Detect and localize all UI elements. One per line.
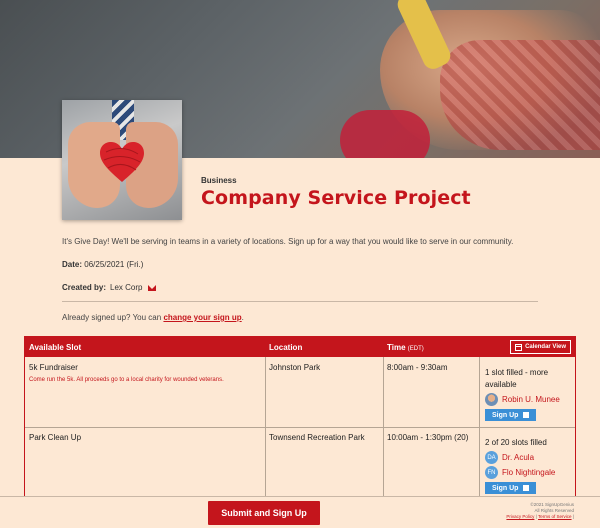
slot-time: 10:00am - 1:30pm (20): [387, 433, 469, 442]
avatar: [485, 393, 498, 406]
table-row: 5k Fundraiser Come run the 5k. All proce…: [29, 363, 259, 383]
terms-of-service-link[interactable]: Terms of Service: [538, 514, 572, 519]
event-date: Date: 06/25/2021 (Fri.): [62, 260, 143, 269]
signup-person: FN Flo Nightingale: [485, 466, 573, 479]
slot-time: 8:00am - 9:30am: [387, 363, 448, 372]
slot-status-cell: 1 slot filled - more available Robin U. …: [485, 367, 573, 421]
submit-and-sign-up-button[interactable]: Submit and Sign Up: [208, 501, 320, 525]
page-title: Company Service Project: [201, 187, 471, 209]
slot-location: Townsend Recreation Park: [269, 433, 365, 442]
created-by: Created by: Lex Corp: [62, 283, 157, 292]
calendar-view-button[interactable]: Calendar View: [510, 340, 571, 354]
slot-status-cell: 2 of 20 slots filled DA Dr. Acula FN Flo…: [485, 437, 573, 494]
slot-name: Park Clean Up: [29, 433, 82, 442]
signup-checkbox[interactable]: [523, 412, 530, 418]
signup-person: DA Dr. Acula: [485, 451, 573, 464]
divider: [62, 301, 538, 302]
header-location: Location: [269, 343, 303, 352]
privacy-policy-link[interactable]: Privacy Policy: [506, 514, 534, 519]
change-signup-link[interactable]: change your sign up: [163, 313, 241, 322]
header-time: Time (EDT): [387, 343, 424, 352]
slot-name: 5k Fundraiser: [29, 363, 78, 372]
signup-person: Robin U. Munee: [485, 393, 573, 406]
calendar-icon: [515, 343, 523, 351]
slot-status: 1 slot filled - more available: [485, 368, 549, 389]
avatar: DA: [485, 451, 498, 464]
already-signed-up: Already signed up? You can change your s…: [62, 313, 244, 322]
slot-status: 2 of 20 slots filled: [485, 438, 547, 447]
created-value: Lex Corp: [110, 283, 143, 292]
date-label: Date:: [62, 260, 83, 269]
event-description: It's Give Day! We'll be serving in teams…: [62, 237, 514, 246]
table-header: Available Slot Location Time (EDT) Calen…: [25, 337, 575, 357]
email-icon[interactable]: [148, 284, 157, 291]
slot-note: Come run the 5k. All proceeds go to a lo…: [29, 377, 224, 383]
avatar: FN: [485, 466, 498, 479]
table-row: Park Clean Up: [29, 433, 259, 442]
sign-up-button[interactable]: Sign Up: [485, 409, 537, 421]
slot-location: Johnston Park: [269, 363, 321, 372]
heart-icon: [100, 142, 144, 182]
sign-up-button[interactable]: Sign Up: [485, 482, 537, 494]
event-category: Business: [201, 176, 237, 185]
header-available-slot: Available Slot: [29, 343, 82, 352]
created-label: Created by:: [62, 283, 107, 292]
date-value: 06/25/2021 (Fri.): [84, 260, 144, 269]
copyright: ©2021 SignUpGenius All Rights Reserved P…: [506, 502, 574, 519]
signup-checkbox[interactable]: [523, 485, 530, 491]
event-thumbnail: [62, 100, 182, 220]
slots-table: Available Slot Location Time (EDT) Calen…: [24, 336, 576, 506]
